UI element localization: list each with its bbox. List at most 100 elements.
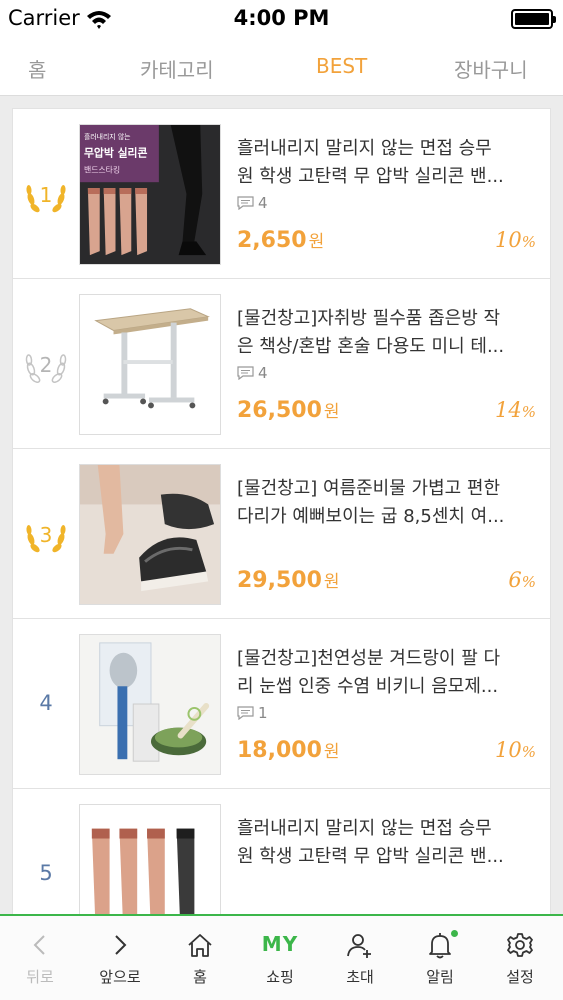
bottom-navigation: 뒤로 앞으로 홈 MY 쇼핑 초대 알림 설정	[0, 914, 563, 1000]
product-price: 18,000 원	[237, 737, 340, 763]
nav-invite-button[interactable]: 초대	[320, 916, 400, 1000]
product-image-text: 무압박 실리콘	[84, 146, 148, 160]
rank-cell: 2	[13, 279, 79, 449]
list-item[interactable]: 2 [물건창고]자취방 필수품 좁은방 작 은 책상/혼밥 혼술 다용도 미니 …	[13, 279, 550, 449]
rank-number: 4	[39, 691, 53, 715]
tab-best[interactable]: BEST	[316, 54, 367, 78]
add-user-icon	[345, 930, 375, 960]
product-image	[79, 464, 221, 605]
product-title-line-2: 은 책상/혼밥 혼술 다용도 미니 테...	[237, 336, 505, 357]
list-item[interactable]: 1 흘러내리지 않는 무압박 실리콘 밴드스타킹 흘러내리지 말리지 않는 면접…	[13, 109, 550, 279]
discount-value: 10	[495, 738, 522, 762]
nav-forward-button[interactable]: 앞으로	[80, 916, 160, 1000]
product-title[interactable]: [물건창고]천연성분 겨드랑이 팔 다 리 눈썹 인중 수염 비키니 음모제..…	[237, 645, 531, 701]
tab-category[interactable]: 카테고리	[140, 54, 214, 83]
discount-rate: 14%	[495, 398, 536, 422]
nav-label: 홈	[193, 968, 207, 986]
status-bar: Carrier 4:00 PM	[0, 0, 563, 38]
rank-cell: 1	[13, 109, 79, 279]
home-icon	[185, 930, 215, 960]
product-title[interactable]: 흘러내리지 말리지 않는 면접 승무 원 학생 고탄력 무 압박 실리콘 밴..…	[237, 815, 531, 871]
comment-count-value: 1	[258, 704, 268, 722]
product-price: 29,500 원	[237, 567, 340, 593]
nav-settings-button[interactable]: 설정	[480, 916, 560, 1000]
product-title-line-2: 다리가 예뻐보이는 굽 8,5센치 여...	[237, 506, 505, 527]
product-title-line-1: [물건창고] 여름준비물 가볍고 편한	[237, 478, 501, 499]
price-value: 26,500	[237, 398, 322, 423]
nav-back-button[interactable]: 뒤로	[0, 916, 80, 1000]
nav-home-button[interactable]: 홈	[160, 916, 240, 1000]
product-title-line-1: 흘러내리지 말리지 않는 면접 승무	[237, 818, 492, 839]
best-product-list: 1 흘러내리지 않는 무압박 실리콘 밴드스타킹 흘러내리지 말리지 않는 면접…	[12, 108, 551, 960]
forward-chevron-icon	[105, 930, 135, 960]
product-title-line-1: 흘러내리지 말리지 않는 면접 승무	[237, 138, 492, 159]
svg-text:흘러내리지 않는: 흘러내리지 않는	[84, 132, 131, 141]
nav-label: 쇼핑	[266, 968, 294, 986]
discount-rate: 10%	[495, 228, 536, 252]
rank-cell: 4	[13, 619, 79, 789]
product-image	[79, 294, 221, 435]
tab-cart[interactable]: 장바구니	[454, 54, 528, 83]
product-title[interactable]: 흘러내리지 말리지 않는 면접 승무 원 학생 고탄력 무 압박 실리콘 밴..…	[237, 135, 531, 191]
price-value: 18,000	[237, 738, 322, 763]
rank-wreath-gold: 3	[22, 511, 70, 559]
product-title-line-1: [물건창고]자취방 필수품 좁은방 작	[237, 308, 501, 329]
rank-number: 2	[39, 353, 53, 377]
gear-icon	[505, 930, 535, 960]
list-item[interactable]: 3 [물건창고] 여름준비물 가볍고 편한 다리가 예뻐보이는 굽 8,5센치 …	[13, 449, 550, 619]
my-icon-text: MY	[261, 932, 299, 956]
battery-icon	[511, 9, 556, 29]
status-time: 4:00 PM	[233, 6, 330, 30]
price-currency: 원	[323, 742, 340, 762]
tab-home[interactable]: 홈	[28, 54, 46, 83]
rank-wreath-gold: 1	[22, 171, 70, 219]
product-image	[79, 634, 221, 775]
nav-notification-button[interactable]: 알림	[400, 916, 480, 1000]
discount-rate: 6%	[508, 568, 536, 592]
product-image: 흘러내리지 않는 무압박 실리콘 밴드스타킹	[79, 124, 221, 265]
comment-count: 1	[237, 704, 268, 722]
product-title[interactable]: [물건창고] 여름준비물 가볍고 편한 다리가 예뻐보이는 굽 8,5센치 여.…	[237, 475, 531, 531]
product-title-line-2: 원 학생 고탄력 무 압박 실리콘 밴...	[237, 846, 504, 867]
top-tab-bar: 홈 카테고리 BEST 장바구니	[0, 38, 563, 96]
product-image-subtext: 밴드스타킹	[84, 164, 120, 174]
product-title-line-2: 원 학생 고탄력 무 압박 실리콘 밴...	[237, 166, 504, 187]
rank-number: 5	[39, 861, 53, 885]
rank-cell: 3	[13, 449, 79, 619]
discount-value: 14	[495, 398, 522, 422]
comment-icon	[237, 196, 254, 210]
discount-rate: 10%	[495, 738, 536, 762]
nav-my-shopping-button[interactable]: MY 쇼핑	[240, 916, 320, 1000]
nav-label: 설정	[506, 968, 534, 986]
rank-wreath-silver: 2	[22, 341, 70, 389]
price-currency: 원	[323, 402, 340, 422]
price-value: 29,500	[237, 568, 322, 593]
discount-unit: %	[521, 403, 536, 421]
rank-number: 3	[39, 523, 53, 547]
list-item[interactable]: 4 [물건창고]천연성분 겨드랑이 팔 다 리 눈썹 인중 수염 비키니 음모제…	[13, 619, 550, 789]
discount-unit: %	[521, 743, 536, 761]
nav-label: 알림	[426, 968, 454, 986]
product-title[interactable]: [물건창고]자취방 필수품 좁은방 작 은 책상/혼밥 혼술 다용도 미니 테.…	[237, 305, 531, 361]
discount-unit: %	[521, 233, 536, 251]
price-currency: 원	[308, 232, 325, 252]
price-value: 2,650	[237, 228, 307, 253]
discount-value: 6	[508, 568, 522, 592]
back-chevron-icon	[25, 930, 55, 960]
comment-icon	[237, 366, 254, 380]
product-price: 2,650 원	[237, 227, 324, 253]
rank-number: 1	[39, 183, 53, 207]
discount-unit: %	[521, 573, 536, 591]
nav-label: 앞으로	[99, 968, 141, 986]
comment-count: 4	[237, 364, 268, 382]
comment-count-value: 4	[258, 364, 268, 382]
product-title-line-2: 리 눈썹 인중 수염 비키니 음모제...	[237, 676, 499, 697]
discount-value: 10	[495, 228, 522, 252]
nav-label: 뒤로	[26, 968, 54, 986]
nav-label: 초대	[346, 968, 374, 986]
comment-count: 4	[237, 194, 268, 212]
comment-count-value: 4	[258, 194, 268, 212]
price-currency: 원	[323, 572, 340, 592]
product-price: 26,500 원	[237, 397, 340, 423]
product-title-line-1: [물건창고]천연성분 겨드랑이 팔 다	[237, 648, 501, 669]
